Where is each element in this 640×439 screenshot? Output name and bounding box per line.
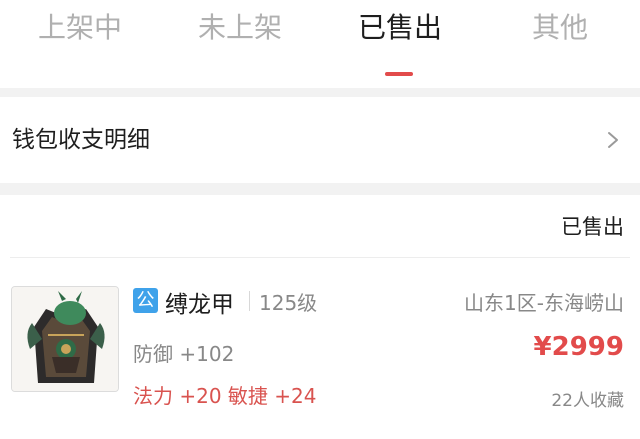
favorites-count: 22人收藏 xyxy=(551,391,624,411)
sold-item-card: 已售出 公 缚龙甲 125级 山东1区-东海崂山 防御 +102 ¥2999 法… xyxy=(0,195,640,439)
tab-on-sale[interactable]: 上架中 xyxy=(0,4,160,52)
status-tab-bar: 上架中 未上架 已售出 其他 xyxy=(0,0,640,88)
active-tab-indicator xyxy=(385,72,413,76)
divider xyxy=(10,257,630,258)
item-thumbnail[interactable] xyxy=(11,286,119,392)
tab-sold[interactable]: 已售出 xyxy=(320,4,480,52)
name-separator xyxy=(249,291,250,311)
tab-not-listed[interactable]: 未上架 xyxy=(160,4,320,52)
server-name: 山东1区-东海崂山 xyxy=(464,291,624,315)
wallet-details-label: 钱包收支明细 xyxy=(12,127,150,153)
item-name[interactable]: 缚龙甲 xyxy=(165,285,234,319)
dragon-armor-icon xyxy=(12,287,118,391)
bonus-stats: 法力 +20 敏捷 +24 xyxy=(133,384,317,408)
public-badge: 公 xyxy=(133,288,158,313)
defense-stat: 防御 +102 xyxy=(133,342,235,366)
list-status-label: 已售出 xyxy=(561,215,624,239)
item-level: 125级 xyxy=(259,291,318,315)
item-price: ¥2999 xyxy=(533,332,624,362)
tab-other[interactable]: 其他 xyxy=(480,4,640,52)
chevron-right-icon xyxy=(608,132,618,148)
wallet-details-row[interactable]: 钱包收支明细 xyxy=(0,97,640,183)
